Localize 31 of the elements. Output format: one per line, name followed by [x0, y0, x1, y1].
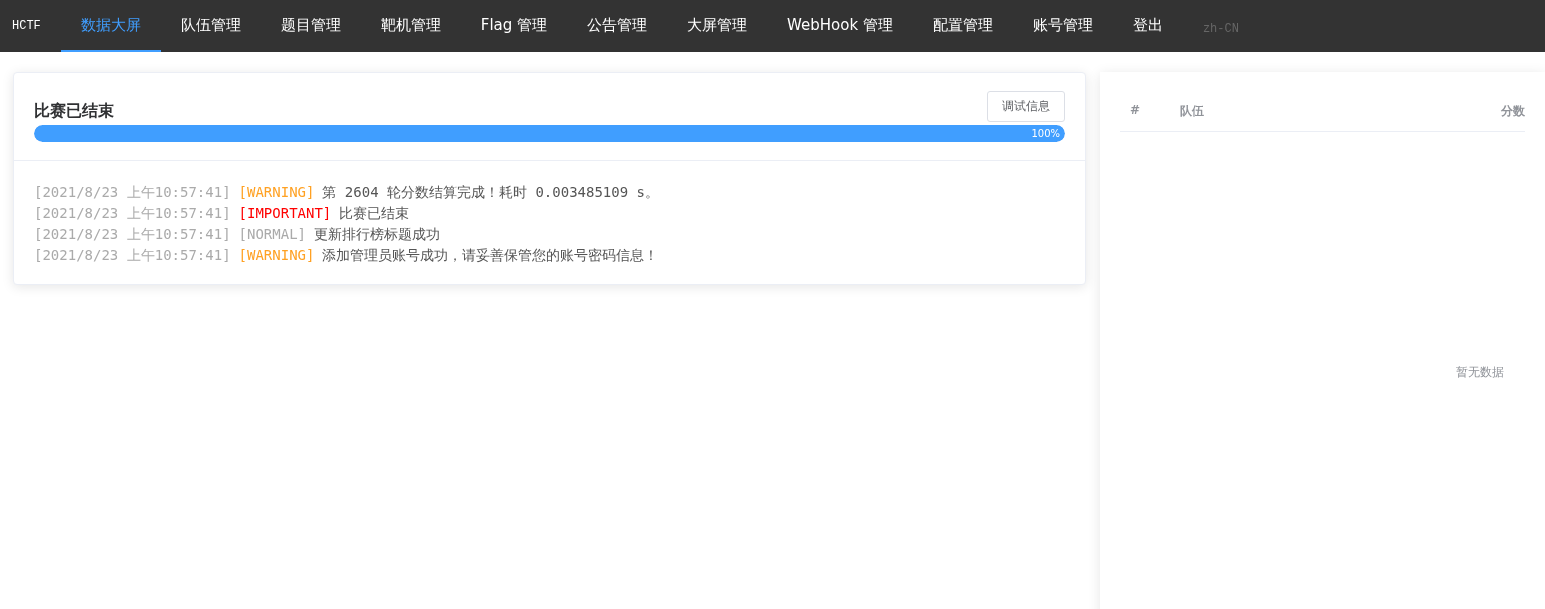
- nav-item[interactable]: 配置管理: [912, 0, 1013, 52]
- log-timestamp: [2021/8/23 上午10:57:41]: [34, 225, 231, 244]
- log-level-tag: [NORMAL]: [238, 224, 306, 245]
- nav-item[interactable]: 公告管理: [567, 0, 668, 52]
- log-timestamp: [2021/8/23 上午10:57:41]: [34, 246, 231, 265]
- nav-item[interactable]: WebHook 管理: [767, 0, 913, 52]
- column-header: #: [1129, 103, 1142, 119]
- nav-item[interactable]: 大屏管理: [667, 0, 768, 52]
- log-level-tag: [WARNING]: [238, 182, 315, 203]
- log-message: 比赛已结束: [339, 204, 410, 223]
- nav-item[interactable]: 登出: [1112, 0, 1183, 52]
- log-level-tag: [WARNING]: [238, 245, 315, 266]
- log-timestamp: [2021/8/23 上午10:57:41]: [34, 183, 231, 202]
- log-message: 添加管理员账号成功，请妥善保管您的账号密码信息！: [322, 246, 659, 265]
- card-title: 比赛已结束: [34, 101, 114, 122]
- progress-reading: 100%: [1031, 128, 1061, 139]
- log-message: 第 2604 轮分数结算完成！耗时 0.003485109 s。: [322, 183, 659, 202]
- nav-item[interactable]: 数据大屏: [60, 0, 161, 52]
- nav-item[interactable]: Flag 管理: [460, 0, 568, 52]
- brand-name: HCTF: [11, 19, 42, 33]
- empty-message: 暂无数据: [1456, 363, 1504, 381]
- nav-item[interactable]: 账号管理: [1012, 0, 1113, 52]
- log-message: 更新排行榜标题成功: [314, 225, 440, 244]
- nav-item[interactable]: 靶机管理: [360, 0, 461, 52]
- log-level-tag: [IMPORTANT]: [238, 203, 332, 224]
- debug-info-button[interactable]: 调试信息: [987, 91, 1065, 122]
- log-timestamp: [2021/8/23 上午10:57:41]: [34, 204, 231, 223]
- nav-item[interactable]: 题目管理: [260, 0, 361, 52]
- nav-item[interactable]: 队伍管理: [160, 0, 261, 52]
- column-header: 队伍: [1180, 103, 1205, 120]
- column-header: 分数: [1501, 103, 1525, 120]
